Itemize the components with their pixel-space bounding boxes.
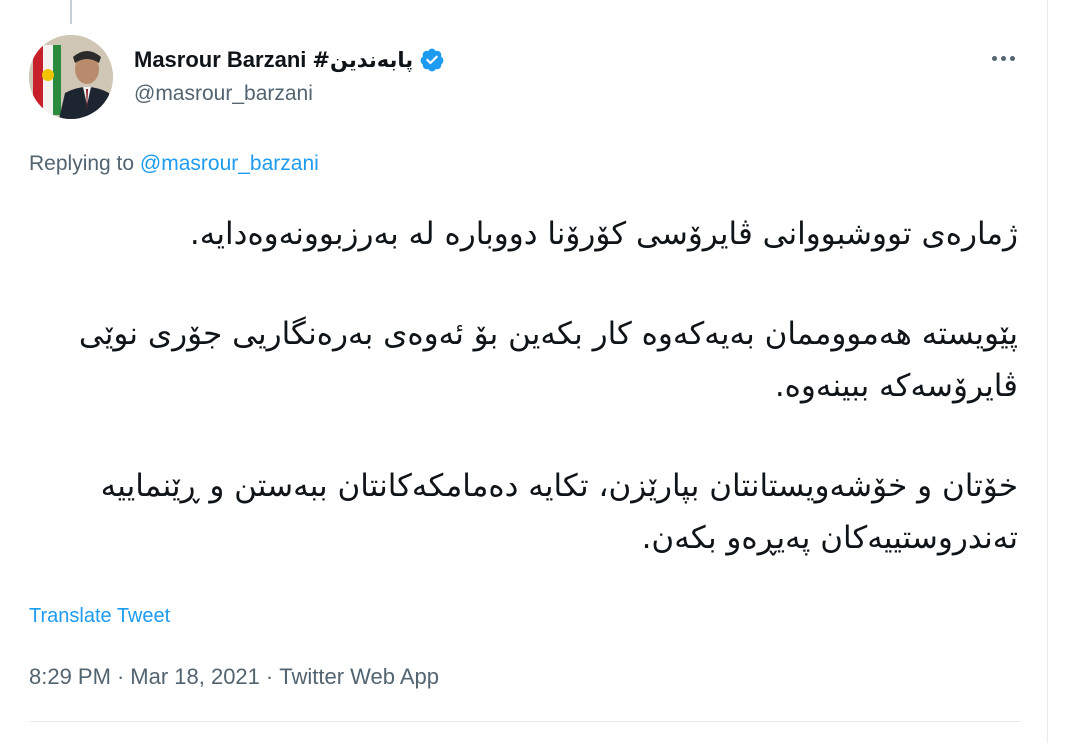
- tweet-source-link[interactable]: Twitter Web App: [279, 664, 439, 690]
- meta-separator: ·: [116, 664, 125, 689]
- tweet-detail: Masrour Barzani #پابەندین @masrour_barza…: [0, 0, 1076, 743]
- replying-to: Replying to @masrour_barzani: [29, 152, 319, 176]
- avatar[interactable]: [29, 35, 113, 119]
- tweet-paragraph: پێویستە هەمووممان بەیەکەوە کار بکەین بۆ …: [78, 316, 1018, 404]
- replying-to-mention-link[interactable]: @masrour_barzani: [140, 152, 319, 175]
- more-dot: [1000, 55, 1006, 61]
- tweet-paragraph: خۆتان و خۆشەویستانتان بپارێزن، تکایە دەم…: [100, 468, 1018, 556]
- tweet-paragraph: ژمارەی تووشبووانی ڤایرۆسی کۆرۆنا دووبارە…: [189, 216, 1018, 252]
- meta-separator: ·: [265, 664, 274, 689]
- more-dot: [1009, 55, 1015, 61]
- replying-to-prefix: Replying to: [29, 152, 135, 175]
- more-dot: [991, 55, 997, 61]
- avatar-image: [29, 35, 113, 119]
- divider: [29, 721, 1021, 722]
- author-display-name-suffix[interactable]: #پابەندین: [312, 48, 413, 72]
- tweet-text: ژمارەی تووشبووانی ڤایرۆسی کۆرۆنا دووبارە…: [29, 208, 1018, 564]
- verified-badge-icon: [419, 47, 445, 73]
- column-border: [1047, 0, 1048, 743]
- tweet-metadata: 8:29 PM · Mar 18, 2021 · Twitter Web App: [29, 664, 439, 690]
- translate-tweet-link[interactable]: Translate Tweet: [29, 605, 170, 628]
- author-display-name[interactable]: Masrour Barzani: [134, 47, 306, 73]
- author-name-row[interactable]: Masrour Barzani #پابەندین: [134, 45, 445, 75]
- thread-connector-line: [70, 0, 72, 24]
- more-options-icon[interactable]: [986, 46, 1020, 70]
- tweet-time-link[interactable]: 8:29 PM: [29, 664, 111, 690]
- tweet-date-link[interactable]: Mar 18, 2021: [130, 664, 260, 690]
- author-handle[interactable]: @masrour_barzani: [134, 82, 313, 106]
